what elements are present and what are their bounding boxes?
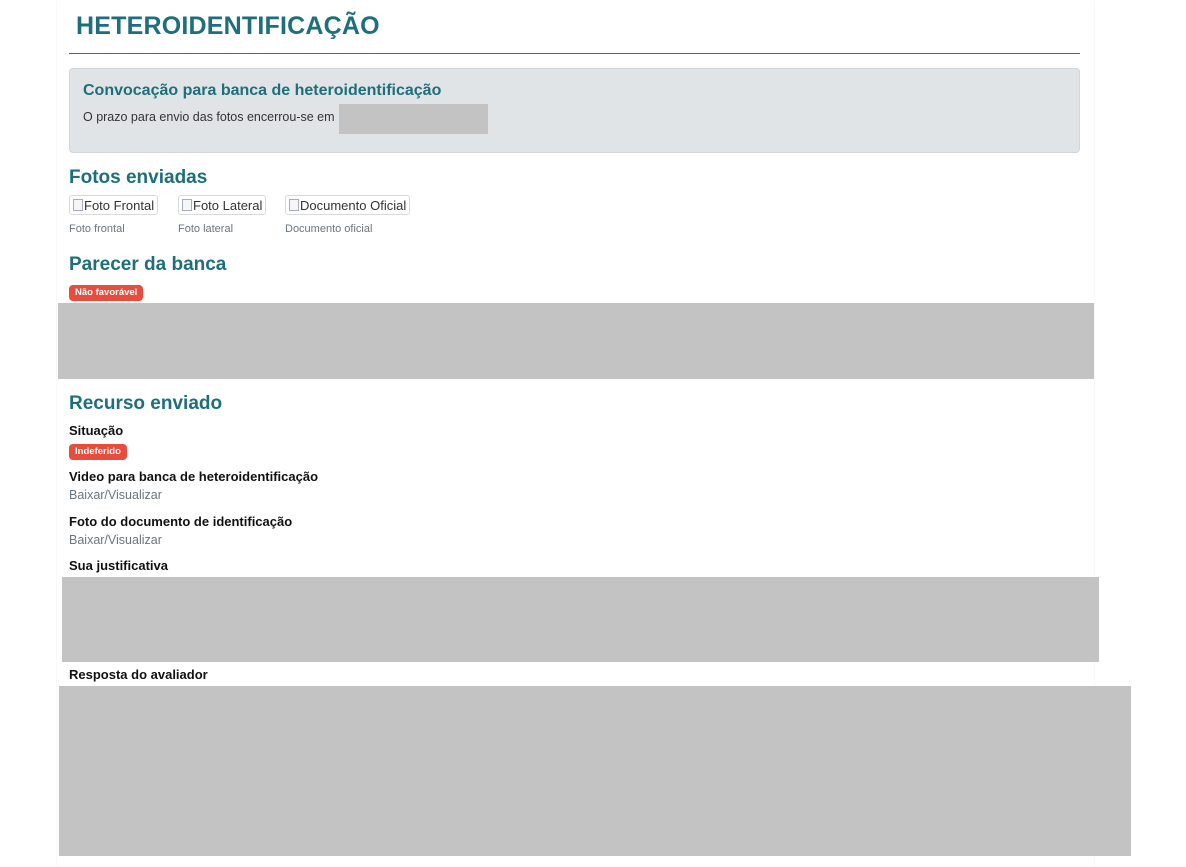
photo-lateral[interactable]: Foto Lateral [178, 195, 267, 215]
document-photo-download-link[interactable]: Baixar/Visualizar [69, 533, 162, 547]
document-photo-label: Foto do documento de identificação [69, 514, 293, 529]
broken-image-icon [73, 199, 83, 211]
photo-document[interactable]: Documento Oficial [285, 195, 411, 215]
title-divider [69, 53, 1080, 54]
photo-frontal-caption: Foto frontal [69, 223, 125, 235]
redacted-justification-text [62, 577, 1099, 662]
photo-lateral-caption: Foto lateral [178, 223, 234, 235]
convocation-notice: Convocação para banca de heteroidentific… [69, 68, 1080, 153]
notice-title: Convocação para banca de heteroidentific… [83, 82, 442, 99]
page-title: HETEROIDENTIFICAÇÃO [76, 12, 380, 40]
photo-document-alt: Documento Oficial [300, 198, 407, 213]
video-label: Video para banca de heteroidentificação [69, 469, 319, 484]
video-download-link[interactable]: Baixar/Visualizar [69, 488, 162, 502]
broken-image-icon [182, 199, 192, 211]
appeal-section-title: Recurso enviado [69, 393, 223, 414]
opinion-status-badge: Não favorável [69, 285, 144, 301]
appeal-status-label: Situação [69, 423, 124, 438]
board-opinion-title: Parecer da banca [69, 254, 227, 275]
redacted-deadline-date [339, 104, 488, 134]
broken-image-icon [289, 199, 299, 211]
notice-text: O prazo para envio das fotos encerrou-se… [83, 110, 335, 124]
appeal-status-badge: Indeferido [69, 444, 127, 460]
redacted-reviewer-response [59, 686, 1131, 856]
redacted-opinion-text [58, 303, 1094, 379]
photo-document-caption: Documento oficial [285, 223, 373, 235]
photo-frontal-alt: Foto Frontal [84, 198, 155, 213]
photo-lateral-alt: Foto Lateral [193, 198, 263, 213]
photo-frontal[interactable]: Foto Frontal [69, 195, 159, 215]
photos-section-title: Fotos enviadas [69, 167, 208, 188]
reviewer-response-label: Resposta do avaliador [69, 667, 208, 682]
justification-label: Sua justificativa [69, 558, 168, 573]
